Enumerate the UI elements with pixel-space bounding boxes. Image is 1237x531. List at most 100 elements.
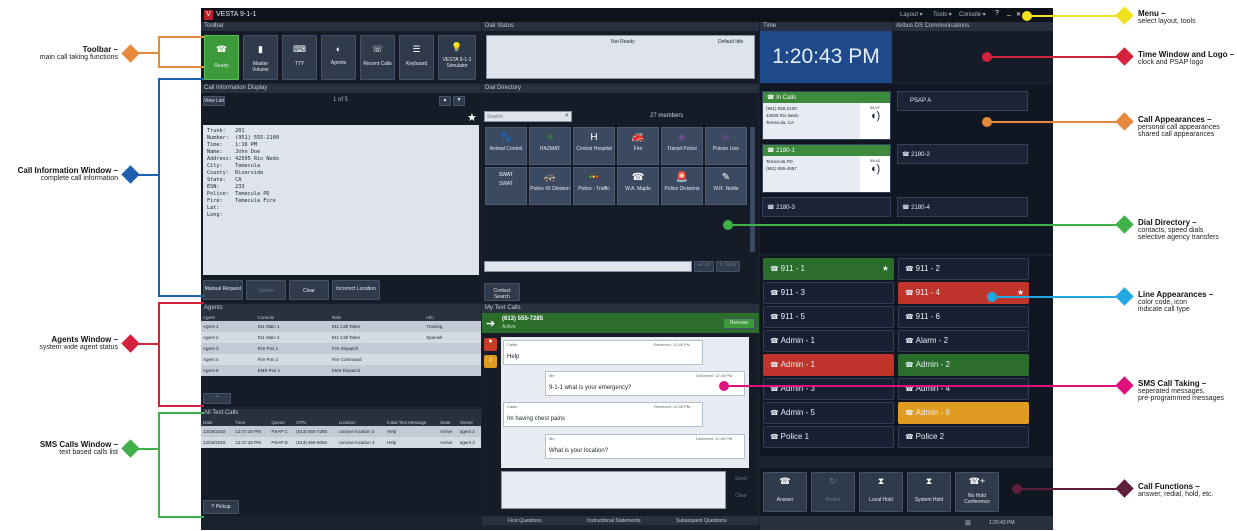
speed-dial-w-a-maple[interactable]: ☎ W.A. Maple [617,167,659,205]
speed-dial-animal-control[interactable]: 🐾 Animal Control [485,127,527,165]
speed-dial-police-42-division[interactable]: 🚓 Police 42 Division [529,167,571,205]
tab-subsequent-questions[interactable]: Subsequent Questions [676,518,727,524]
star-icon[interactable]: ★ [467,111,477,124]
send-button[interactable]: Send [735,476,747,482]
table-column-header[interactable]: Queue [269,418,295,426]
table-column-header[interactable]: Date [201,418,234,426]
menu-console[interactable]: Console ▾ [959,11,986,18]
minimize-button[interactable]: _ [1007,9,1011,16]
table-column-header[interactable]: Time [233,418,270,426]
next-call-button[interactable]: ▼ [453,96,465,106]
speed-dial-police-divisions[interactable]: 🚨 Police Divisions [661,167,703,205]
table-row[interactable]: 12/26/2016 12:47:20 PM PSAP D (613) 555-806… [201,437,481,448]
line-911-6-5[interactable]: ☎ 911 - 6 [898,306,1029,328]
message-compose-input[interactable] [501,471,726,509]
dial-out-button[interactable]: ◂ Out [694,261,714,272]
table-column-header[interactable]: Initial Text Message [385,418,438,426]
message-caller-2: Caller Received: 12:45 PM Im having chest … [503,402,703,427]
no-hold-conference-button[interactable]: ☎+ No Hold Conference [955,472,999,512]
line-admin-6-13[interactable]: ☎ Admin - 6 [898,402,1029,424]
translation-icon[interactable]: 2 [484,355,497,368]
table-column-header[interactable]: CPN [294,418,337,426]
table-row[interactable]: 12/26/2016 12:47:20 PM PSAP C (613) 555-728… [201,426,481,437]
speed-dial-label: Fire [633,146,643,152]
incorrect-location-button[interactable]: Incorrect Location [332,280,380,300]
agents-button[interactable]: ◐ Agents [321,35,356,80]
menu-layout[interactable]: Layout ▾ [900,11,923,18]
line-911-4-3[interactable]: ☎ 911 - 4 ★ [898,282,1029,304]
directory-scrollbar[interactable] [750,127,755,252]
directory-search[interactable]: ⌕ [484,111,572,122]
redial-button[interactable]: ↻ Redial [811,472,855,512]
handset-icon: ☎ [770,434,781,441]
tab-instructional-statements[interactable]: Instructional Statements [587,518,641,524]
table-row[interactable]: Agent 2 911 Main 2 911 Call Taker Spanish [201,332,481,343]
view-list-button[interactable]: View List [203,96,225,106]
call-appearance-in-calls[interactable]: ☎ In Calls (951) 555-2100 42505 Rio Nedo T… [762,91,891,140]
call-appearance-2180-1[interactable]: ☎ 2180-1 Temecula PD (951) 555-4557 09:42… [762,144,891,193]
prev-call-button[interactable]: ▲ [439,96,451,106]
pickup-button[interactable]: ? Pickup [203,500,239,514]
answer-button[interactable]: ☎ Answer [763,472,807,512]
call-appearance-psap-a[interactable]: PSAP A [897,91,1028,111]
speed-dial-police-traffic[interactable]: 🚥 Police - Traffic [573,167,615,205]
call-appearance-2180-4[interactable]: ☎ 2180-4 [897,197,1028,217]
speed-dial-w-r-nettle[interactable]: ✎ W.R. Nettle [705,167,747,205]
keyboard-button[interactable]: ☰ Keyboard [399,35,434,80]
line-911-3-2[interactable]: ☎ 911 - 3 [763,282,894,304]
help-icon[interactable]: ? [995,10,999,17]
contact-search-button[interactable]: Contact Search [484,283,520,301]
speed-dial-central-hospital[interactable]: H Central Hospital [573,127,615,165]
speed-dial-swat[interactable]: SWAT SWAT [485,167,527,205]
manual-request-button[interactable]: Manual Request [203,280,243,300]
simulator-button[interactable]: 💡 VESTA 9-1-1 Simulator [438,35,476,80]
clear-message-button[interactable]: Clear [735,493,747,499]
line-911-2-1[interactable]: ☎ 911 - 2 [898,258,1029,280]
line-admin-1-8[interactable]: ☎ Admin - 1 [763,354,894,376]
menu-tools[interactable]: Tools ▾ [933,11,952,18]
line-911-1-0[interactable]: ☎ 911 - 1 ★ [763,258,894,280]
call-appearance-2180-2[interactable]: ☎ 2180-2 [897,144,1028,164]
line-admin-2-9[interactable]: ☎ Admin - 2 [898,354,1029,376]
directory-search-input[interactable] [485,112,559,121]
dial-clear-button[interactable]: ✕ Clear [716,261,740,272]
table-row[interactable]: Agent 4 Fire Pos 2 Fire Command [201,354,481,365]
line-admin-3-10[interactable]: ☎ Admin - 3 [763,378,894,400]
table-row[interactable]: Agent 1 911 Main 1 911 Call Taker Training [201,321,481,332]
recent-calls-button[interactable]: ☏ Recent Calls [360,35,395,80]
line-admin-1-6[interactable]: ☎ Admin - 1 [763,330,894,352]
line-alarm-2-7[interactable]: ☎ Alarm - 2 [898,330,1029,352]
table-column-header[interactable]: Owner [457,418,481,426]
line-admin-4-11[interactable]: ☎ Admin - 4 [898,378,1029,400]
line-911-5-4[interactable]: ☎ 911 - 5 [763,306,894,328]
annotation-marker-lines [1115,287,1134,306]
redial-icon: ↻ [829,476,837,486]
tty-button[interactable]: ⌨ TTY [282,35,317,80]
update-button[interactable]: Update [246,280,286,300]
line-police-2-15[interactable]: ☎ Police 2 [898,426,1029,448]
tab-first-questions[interactable]: First Questions [508,518,542,524]
ready-button[interactable]: ☎ Ready [204,35,239,80]
table-column-header[interactable]: State [437,418,458,426]
master-volume-button[interactable]: ▮ Master Volume [243,35,278,80]
close-button[interactable]: ✕ [1016,11,1021,18]
dial-status-default: Default Idle [718,39,744,45]
dial-input[interactable] [484,261,692,272]
active-text-call[interactable]: ➔ (613) 555-7285 Active Release [482,313,759,333]
line-admin-5-12[interactable]: ☎ Admin - 5 [763,402,894,424]
table-row[interactable]: Agent 5 EMS Pos 1 EMS Dispatch [201,365,481,376]
speed-dial-transit-police[interactable]: ◈ Transit Police [661,127,703,165]
speed-dial-fire[interactable]: 🚒 Fire [617,127,659,165]
line-police-1-14[interactable]: ☎ Police 1 [763,426,894,448]
table-column-header[interactable]: Location [336,418,386,426]
local-hold-button[interactable]: ⧗ Local Hold [859,472,903,512]
system-hold-button[interactable]: ⧗ System Hold [907,472,951,512]
agents-list-button[interactable]: ▪▪ [203,393,231,404]
call-appearance-2180-3[interactable]: ☎ 2180-3 [762,197,891,217]
clear-button[interactable]: Clear [289,280,329,300]
release-button[interactable]: Release [723,318,755,329]
table-row[interactable]: Agent 3 Fire Pos 1 Fire Dispatch [201,343,481,354]
speed-dial-hazmat[interactable]: ☣ HAZMAT [529,127,571,165]
speed-dial-icon: ☎ [631,172,645,183]
speed-dial-poison-line[interactable]: ☠ Poison Line [705,127,747,165]
